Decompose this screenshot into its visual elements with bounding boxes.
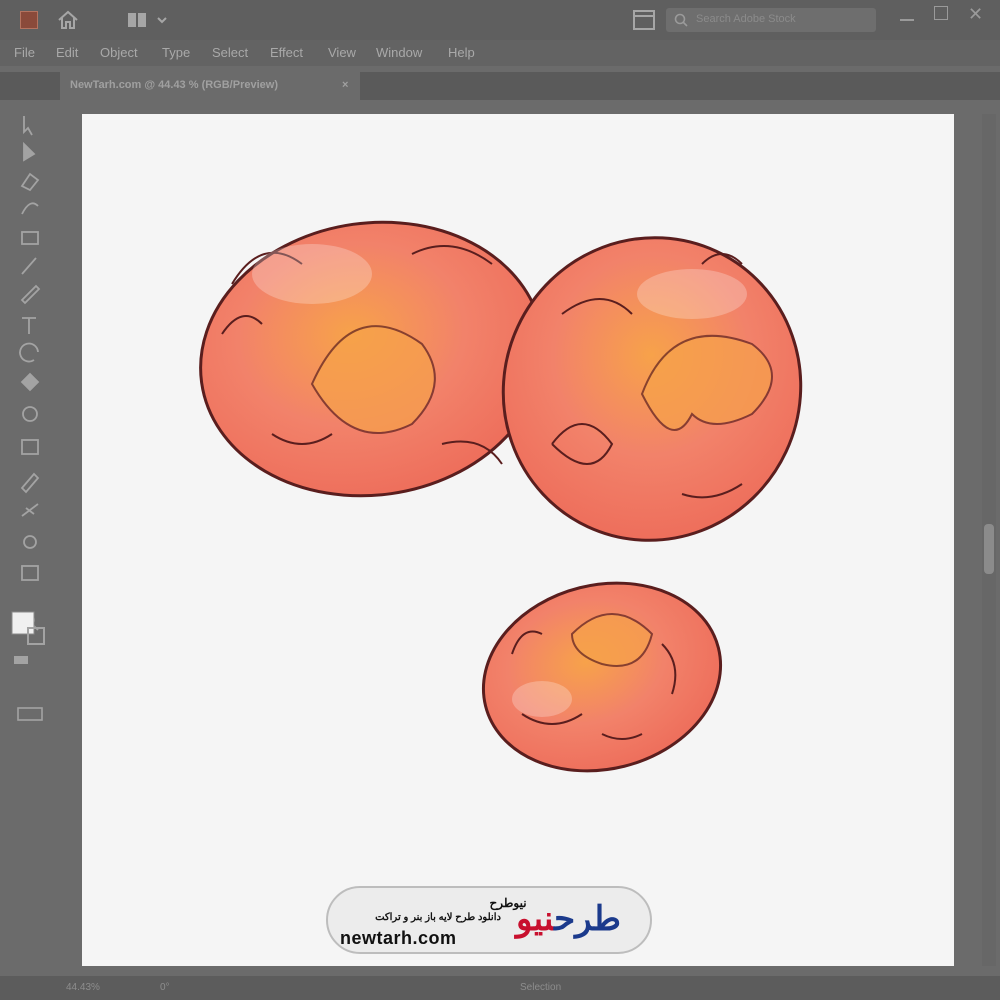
menu-window[interactable]: Window (376, 45, 422, 60)
easter-eggs-artwork[interactable] (82, 114, 954, 966)
logo-mark-part-a: نیو (516, 900, 555, 938)
menu-select[interactable]: Select (212, 45, 248, 60)
watermark-logo-banner: نیوطرح دانلود طرح لایه باز بنر و تراکت n… (326, 886, 652, 954)
pen-tool-icon (20, 172, 40, 192)
direct-selection-tool-icon (23, 141, 36, 162)
logo-tagline: دانلود طرح لایه باز بنر و تراکت (375, 912, 501, 923)
menu-edit[interactable]: Edit (56, 45, 78, 60)
rotation-angle[interactable]: 0° (160, 982, 170, 993)
gradient-tool-icon (21, 439, 39, 455)
workspace-switcher-icon[interactable] (126, 10, 172, 30)
scrollbar-thumb[interactable] (984, 524, 994, 574)
eraser-tool-icon (20, 372, 40, 392)
blend-tool-icon (21, 503, 39, 517)
menu-effect[interactable]: Effect (270, 45, 303, 60)
close-window-button[interactable]: ✕ (968, 4, 983, 25)
menu-file[interactable]: File (14, 45, 35, 60)
menu-object[interactable]: Object (100, 45, 138, 60)
logo-url: newtarh.com (340, 928, 457, 948)
menu-bar: File Edit Object Type Select Effect View… (0, 40, 1000, 66)
pencil-tool-icon (20, 284, 41, 305)
type-tool-icon (22, 317, 36, 334)
draw-mode-icon (14, 656, 28, 664)
document-tab[interactable]: NewTarh.com @ 44.43 % (RGB/Preview) × (60, 72, 360, 100)
search-placeholder: Search Adobe Stock (696, 13, 796, 25)
home-icon[interactable] (56, 8, 80, 32)
menu-type[interactable]: Type (162, 45, 190, 60)
arrange-documents-icon[interactable] (632, 9, 656, 31)
egg-small (481, 581, 723, 773)
app-logo-icon[interactable] (20, 11, 38, 29)
close-tab-button[interactable]: × (342, 79, 348, 91)
search-stock-input[interactable]: Search Adobe Stock (666, 8, 876, 32)
logo-mark: طرحنیو (516, 900, 621, 938)
document-tab-bar: NewTarh.com @ 44.43 % (RGB/Preview) × (0, 72, 1000, 100)
curvature-tool-icon (21, 202, 39, 215)
fill-color-swatch (11, 611, 35, 635)
maximize-window-button[interactable] (934, 6, 948, 20)
rotate-tool-icon (19, 342, 39, 363)
tools-panel-icons (11, 116, 45, 721)
status-bar: 44.43% 0° Selection (0, 976, 1000, 1000)
current-tool-status: Selection (520, 982, 562, 993)
app-top-bar: Search Adobe Stock ✕ (0, 0, 1000, 40)
artboard-canvas[interactable] (82, 114, 954, 966)
screen-mode-icon (17, 707, 43, 721)
tools-panel (8, 108, 52, 728)
vertical-scrollbar[interactable] (982, 114, 996, 966)
egg-left (199, 220, 545, 498)
selection-tool-icon (23, 116, 33, 136)
document-tab-title: NewTarh.com @ 44.43 % (RGB/Preview) (70, 79, 278, 91)
minimize-window-button[interactable] (900, 19, 914, 21)
shape-builder-tool-icon (22, 406, 38, 422)
search-icon (674, 13, 688, 27)
menu-help[interactable]: Help (448, 45, 475, 60)
zoom-level[interactable]: 44.43% (66, 982, 100, 993)
egg-right (501, 236, 803, 542)
logo-mark-part-b: طرح (554, 900, 621, 938)
symbol-sprayer-tool-icon (23, 535, 37, 549)
eyedropper-tool-icon (20, 472, 40, 494)
rectangle-tool-icon (21, 231, 39, 245)
paintbrush-tool-icon (21, 257, 37, 275)
menu-view[interactable]: View (328, 45, 356, 60)
artboard-tool-icon (21, 565, 39, 581)
